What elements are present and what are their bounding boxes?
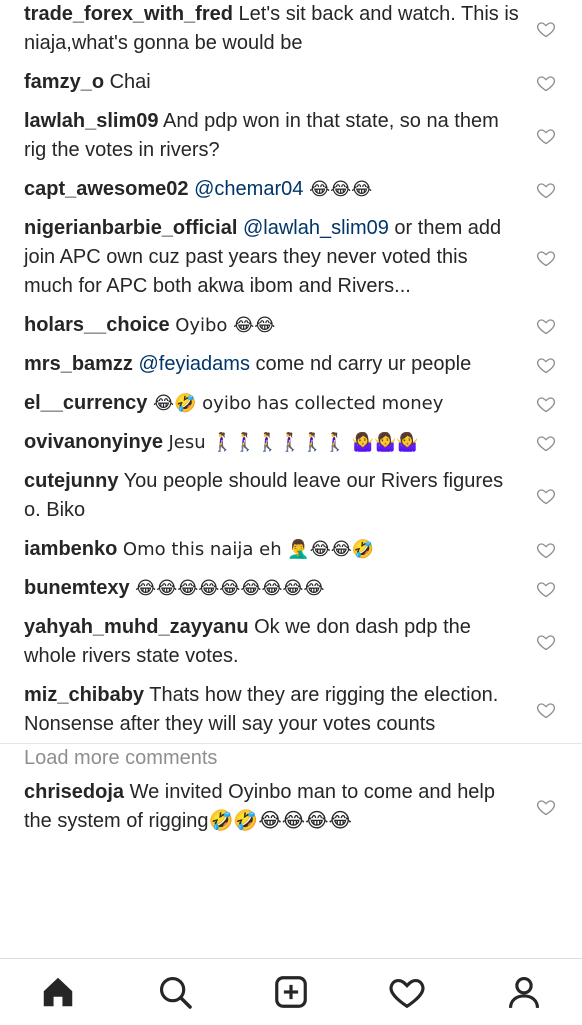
comment-text: 😂😂😂 xyxy=(303,179,373,200)
load-more-comments-link[interactable]: Load more comments xyxy=(0,743,582,772)
comment-item: famzy_o Chai xyxy=(0,68,582,97)
comment-mention-link[interactable]: @feyiadams xyxy=(139,353,250,375)
comment-username[interactable]: cutejunny xyxy=(24,470,118,492)
like-heart-icon[interactable] xyxy=(536,316,556,336)
like-heart-icon[interactable] xyxy=(536,433,556,453)
comments-list: trade_forex_with_fred Let's sit back and… xyxy=(0,0,582,846)
comment-item: nigerianbarbie_official @lawlah_slim09 o… xyxy=(0,214,582,301)
comment-text: 😂😂😂😂😂😂😂😂😂 xyxy=(135,578,325,599)
like-heart-icon[interactable] xyxy=(536,73,556,93)
comment-username[interactable]: chrisedoja xyxy=(24,781,124,803)
comment-text: 😂🤣 oyibo has collected money xyxy=(152,393,444,414)
like-heart-icon[interactable] xyxy=(536,486,556,506)
comment-mention-link[interactable]: @lawlah_slim09 xyxy=(243,217,389,239)
comment-item: yahyah_muhd_zayyanu Ok we don dash pdp t… xyxy=(0,613,582,671)
comment-item: cutejunny You people should leave our Ri… xyxy=(0,467,582,525)
comment-username[interactable]: trade_forex_with_fred xyxy=(24,3,233,25)
comment-item: trade_forex_with_fred Let's sit back and… xyxy=(0,0,582,58)
comment-item: chrisedoja We invited Oyinbo man to come… xyxy=(0,778,582,836)
comment-mention-link[interactable]: @chemar04 xyxy=(194,178,303,200)
like-heart-icon[interactable] xyxy=(536,355,556,375)
like-heart-icon[interactable] xyxy=(536,394,556,414)
comment-username[interactable]: ovivanonyinye xyxy=(24,431,163,453)
like-heart-icon[interactable] xyxy=(536,579,556,599)
comment-username[interactable]: capt_awesome02 xyxy=(24,178,189,200)
comment-item: iambenko Omo this naija eh 🤦‍♂️😂😂🤣 xyxy=(0,535,582,564)
comment-item: holars__choice Oyibo 😂😂 xyxy=(0,311,582,340)
comment-username[interactable]: miz_chibaby xyxy=(24,684,144,706)
comment-item: capt_awesome02 @chemar04 😂😂😂 xyxy=(0,175,582,204)
like-heart-icon[interactable] xyxy=(536,248,556,268)
comment-item: ovivanonyinye Jesu 🚶‍♀️🚶‍♀️🚶‍♀️🚶‍♀️🚶‍♀️🚶… xyxy=(0,428,582,457)
like-heart-icon[interactable] xyxy=(536,180,556,200)
home-icon[interactable] xyxy=(36,970,80,1014)
profile-icon[interactable] xyxy=(502,970,546,1014)
comment-username[interactable]: el__currency xyxy=(24,392,147,414)
comment-item: mrs_bamzz @feyiadams come nd carry ur pe… xyxy=(0,350,582,379)
add-post-icon[interactable] xyxy=(269,970,313,1014)
comment-username[interactable]: holars__choice xyxy=(24,314,170,336)
search-icon[interactable] xyxy=(153,970,197,1014)
bottom-navigation-bar xyxy=(0,958,582,1025)
comment-text: Jesu 🚶‍♀️🚶‍♀️🚶‍♀️🚶‍♀️🚶‍♀️🚶‍♀️ 🤷‍♀️🤷‍♀️🤷‍… xyxy=(168,432,419,453)
comment-text: Chai xyxy=(109,71,151,93)
comment-item: miz_chibaby Thats how they are rigging t… xyxy=(0,681,582,739)
activity-heart-icon[interactable] xyxy=(385,970,429,1014)
like-heart-icon[interactable] xyxy=(536,797,556,817)
like-heart-icon[interactable] xyxy=(536,632,556,652)
comment-username[interactable]: famzy_o xyxy=(24,71,104,93)
comment-text: come nd carry ur people xyxy=(249,353,472,375)
like-heart-icon[interactable] xyxy=(536,126,556,146)
comment-username[interactable]: nigerianbarbie_official xyxy=(24,217,237,239)
like-heart-icon[interactable] xyxy=(536,19,556,39)
comment-username[interactable]: iambenko xyxy=(24,538,117,560)
comment-username[interactable]: yahyah_muhd_zayyanu xyxy=(24,616,249,638)
like-heart-icon[interactable] xyxy=(536,540,556,560)
comment-username[interactable]: mrs_bamzz xyxy=(24,353,133,375)
comment-text: Omo this naija eh 🤦‍♂️😂😂🤣 xyxy=(122,539,375,560)
comment-username[interactable]: bunemtexy xyxy=(24,577,130,599)
comment-item: bunemtexy 😂😂😂😂😂😂😂😂😂 xyxy=(0,574,582,603)
comment-item: lawlah_slim09 And pdp won in that state,… xyxy=(0,107,582,165)
comment-item: el__currency 😂🤣 oyibo has collected mone… xyxy=(0,389,582,418)
like-heart-icon[interactable] xyxy=(536,700,556,720)
comment-text: Oyibo 😂😂 xyxy=(175,315,276,336)
comment-username[interactable]: lawlah_slim09 xyxy=(24,110,159,132)
